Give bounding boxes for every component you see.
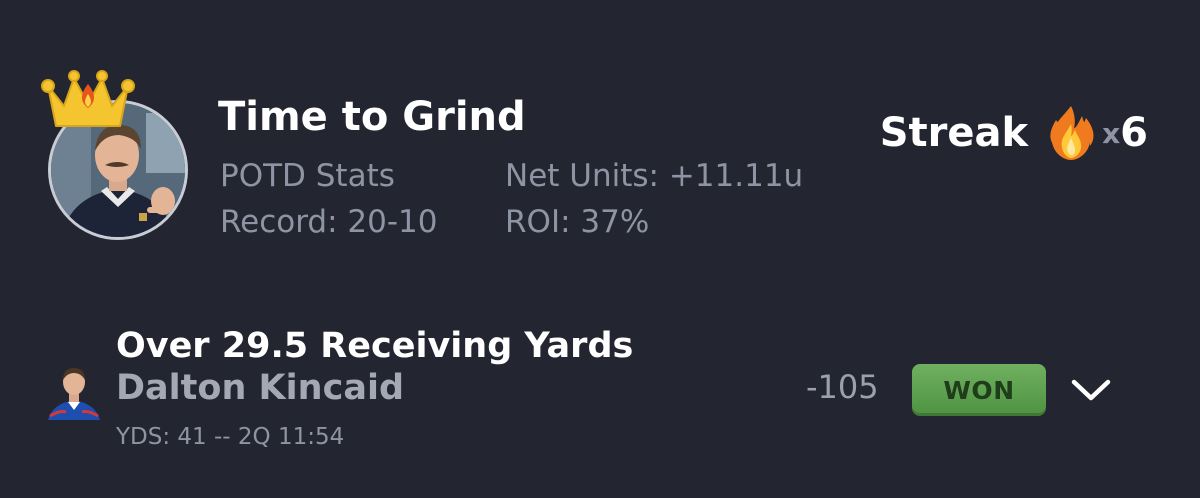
player-avatar [44,360,104,420]
chevron-down-icon[interactable] [1068,372,1114,408]
odds: -105 [806,368,879,406]
potd-stats-label: POTD Stats [220,158,395,194]
record: Record: 20-10 [220,204,438,240]
streak-label: Streak [879,110,1029,156]
potd-card: Time to Grind POTD Stats Net Units: +11.… [0,0,1200,498]
roi: ROI: 37% [505,204,650,240]
won-badge: WON [912,364,1046,416]
streak-multiplier: x [1102,116,1121,150]
fire-icon [1050,106,1094,160]
pick-title: Over 29.5 Receiving Yards [116,326,634,366]
live-stat: YDS: 41 -- 2Q 11:54 [116,424,345,450]
crown-flame-icon [40,56,136,130]
profile-name: Time to Grind [218,94,526,140]
player-name: Dalton Kincaid [116,368,404,408]
streak-count: 6 [1120,110,1148,156]
streak-indicator: Streak x 6 [880,104,1148,162]
net-units: Net Units: +11.11u [505,158,804,194]
